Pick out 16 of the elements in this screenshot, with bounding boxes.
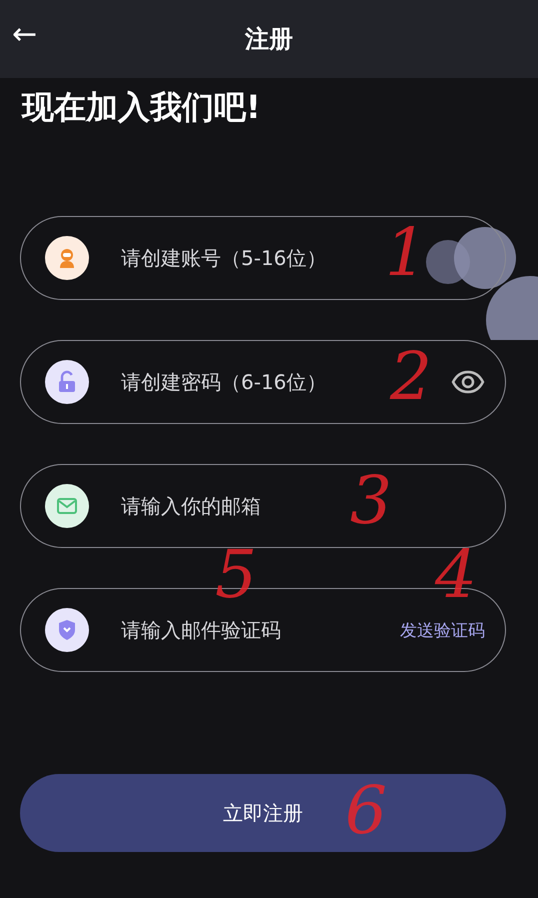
- annotation-number: 3: [350, 468, 392, 534]
- annotation-number: 1: [385, 220, 427, 286]
- send-code-link[interactable]: 发送验证码: [400, 618, 485, 642]
- annotation-number: 6: [345, 778, 387, 844]
- annotation-number: 2: [390, 344, 432, 410]
- page-title: 注册: [245, 24, 293, 55]
- person-icon: [45, 236, 89, 280]
- heading: 现在加入我们吧!: [22, 87, 262, 128]
- placeholder-text: 请创建密码（6-16位）: [121, 368, 326, 396]
- placeholder-text: 请输入你的邮箱: [121, 492, 261, 520]
- lock-icon: [45, 360, 89, 404]
- shield-icon: [45, 608, 89, 652]
- envelope-icon: [45, 484, 89, 528]
- back-button[interactable]: ←: [8, 16, 42, 54]
- placeholder-text: 请输入邮件验证码: [121, 616, 281, 644]
- placeholder-text: 请创建账号（5-16位）: [121, 244, 326, 272]
